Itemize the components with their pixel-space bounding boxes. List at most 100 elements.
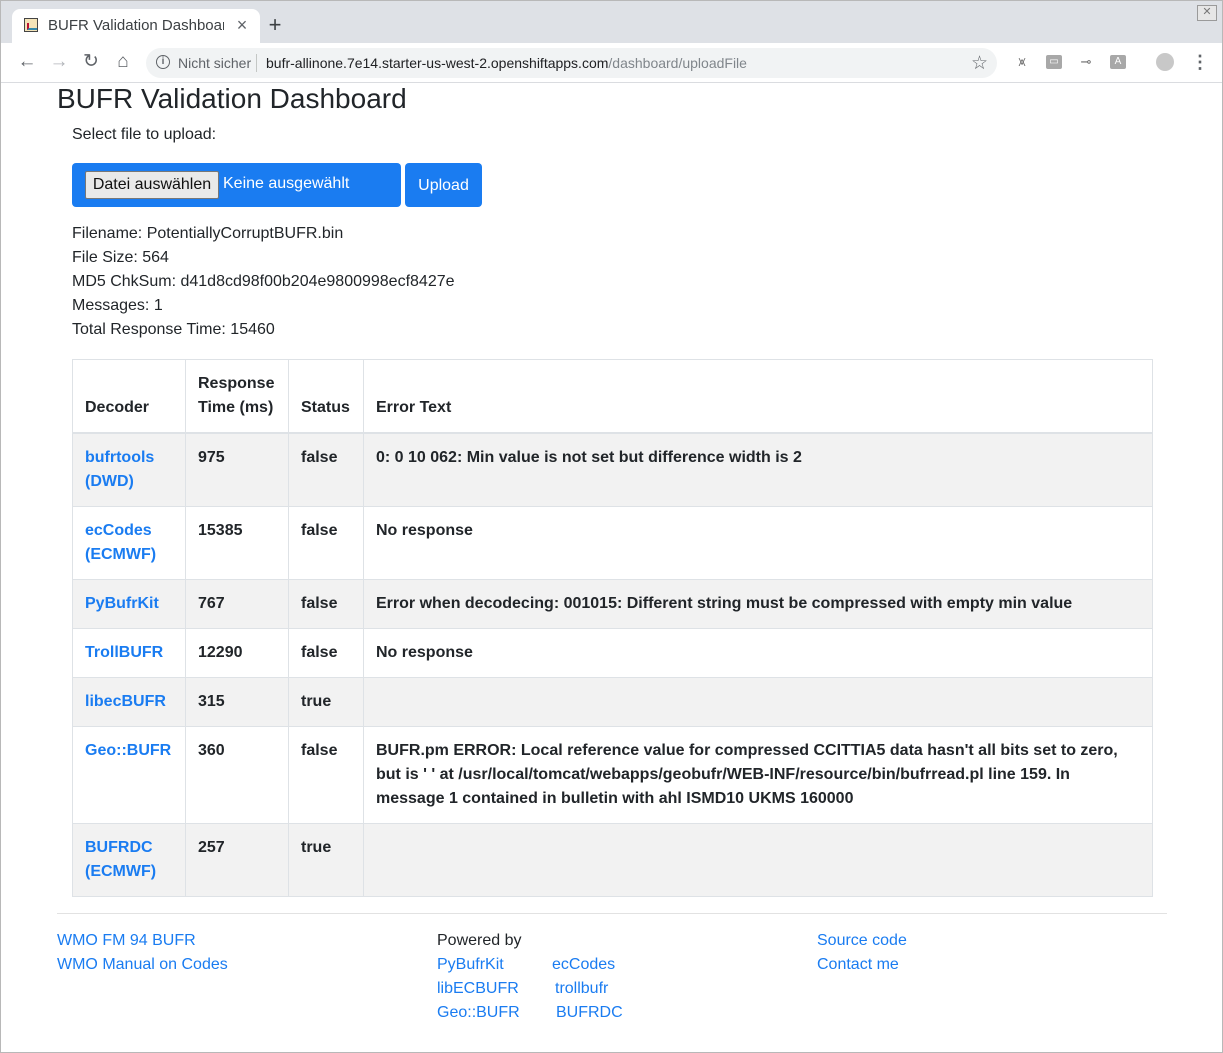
url-text[interactable]: bufr-allinone.7e14.starter-us-west-2.ope… (266, 55, 747, 71)
decoder-link[interactable]: ecCodes (ECMWF) (85, 522, 156, 563)
source-code-link[interactable]: Source code (817, 929, 907, 953)
table-row: TrollBUFR 12290 false No response (72, 628, 1153, 678)
favicon-icon (24, 18, 38, 32)
pybufrkit-link[interactable]: PyBufrKit (437, 953, 504, 977)
libecbufr-link[interactable]: libECBUFR (437, 977, 519, 1001)
status-cell: false (288, 432, 364, 507)
tab-close-icon[interactable]: × (232, 15, 252, 35)
time-cell: 360 (185, 726, 289, 824)
error-cell: No response (363, 628, 1153, 678)
trollbufr-link[interactable]: trollbufr (555, 977, 608, 1001)
decoder-link[interactable]: libecBUFR (85, 693, 166, 710)
info-icon[interactable]: i (156, 55, 170, 69)
md5-text: MD5 ChkSum: d41d8cd98f00b204e9800998ecf8… (72, 273, 455, 290)
select-file-label: Select file to upload: (72, 126, 217, 143)
time-cell: 257 (185, 823, 289, 897)
reload-icon[interactable]: ↻ (79, 51, 103, 73)
bufrdc-link[interactable]: BUFRDC (556, 1001, 623, 1025)
results-table: Decoder Response Time (ms) Status Error … (72, 359, 1153, 897)
messages-text: Messages: 1 (72, 297, 163, 314)
choose-file-button[interactable]: Datei auswählen (85, 171, 219, 199)
time-cell: 767 (185, 579, 289, 629)
table-row: Geo::BUFR 360 false BUFR.pm ERROR: Local… (72, 726, 1153, 824)
decoder-cell: PyBufrKit (72, 579, 186, 629)
new-tab-button[interactable]: + (264, 14, 286, 36)
error-cell (363, 823, 1153, 897)
decoder-cell: TrollBUFR (72, 628, 186, 678)
browser-toolbar: ← → ↻ ⌂ i Nicht sicher bufr-allinone.7e1… (1, 43, 1222, 83)
tab-strip: BUFR Validation Dashboard × + ✕ (1, 1, 1222, 43)
profile-avatar-icon[interactable] (1156, 53, 1174, 71)
total-time-text: Total Response Time: 15460 (72, 321, 275, 338)
upload-button[interactable]: Upload (405, 163, 482, 207)
error-cell: Error when decodecing: 001015: Different… (363, 579, 1153, 629)
header-response-time: Response Time (ms) (185, 359, 289, 434)
status-cell: false (288, 579, 364, 629)
table-row: bufrtools (DWD) 975 false 0: 0 10 062: M… (72, 432, 1153, 507)
footer-project-links: Source code Contact me (817, 929, 907, 977)
file-info: Filename: PotentiallyCorruptBUFR.bin Fil… (72, 222, 455, 342)
decoder-cell: BUFRDC (ECMWF) (72, 823, 186, 897)
table-header-row: Decoder Response Time (ms) Status Error … (72, 359, 1153, 434)
decoder-cell: bufrtools (DWD) (72, 432, 186, 507)
bookmark-star-icon[interactable]: ☆ (971, 52, 988, 75)
extension-a-icon[interactable]: A (1110, 55, 1126, 69)
no-file-selected-text: Keine ausgewählt (223, 175, 350, 192)
time-cell: 15385 (185, 506, 289, 580)
browser-tab-active[interactable]: BUFR Validation Dashboard × (12, 9, 260, 43)
decoder-link[interactable]: bufrtools (DWD) (85, 449, 154, 490)
status-cell: false (288, 726, 364, 824)
header-status: Status (288, 359, 364, 434)
url-path: /dashboard/uploadFile (608, 55, 747, 71)
url-host: bufr-allinone.7e14.starter-us-west-2.ope… (266, 55, 609, 71)
error-cell: 0: 0 10 062: Min value is not set but di… (363, 432, 1153, 507)
eccodes-link[interactable]: ecCodes (552, 953, 615, 977)
table-row: libecBUFR 315 true (72, 677, 1153, 727)
address-bar[interactable]: i Nicht sicher bufr-allinone.7e14.starte… (146, 48, 997, 78)
powered-by-label: Powered by (437, 932, 522, 949)
footer-reference-links: WMO FM 94 BUFR WMO Manual on Codes (57, 929, 228, 977)
decoder-cell: Geo::BUFR (72, 726, 186, 824)
filename-text: Filename: PotentiallyCorruptBUFR.bin (72, 225, 344, 242)
footer-powered-by: Powered by PyBufrKit ecCodes libECBUFR t… (437, 929, 677, 1021)
decoder-link[interactable]: BUFRDC (ECMWF) (85, 839, 156, 880)
time-cell: 315 (185, 677, 289, 727)
table-row: BUFRDC (ECMWF) 257 true (72, 823, 1153, 897)
extension-box-icon[interactable]: ▭ (1046, 55, 1062, 69)
decoder-link[interactable]: TrollBUFR (85, 644, 163, 661)
decoder-link[interactable]: PyBufrKit (85, 595, 159, 612)
time-cell: 975 (185, 432, 289, 507)
home-icon[interactable]: ⌂ (111, 51, 135, 73)
status-cell: true (288, 677, 364, 727)
page-title: BUFR Validation Dashboard (57, 83, 407, 114)
decoder-cell: ecCodes (ECMWF) (72, 506, 186, 580)
footer-divider (57, 913, 1167, 914)
geo-bufr-link[interactable]: Geo::BUFR (437, 1001, 520, 1025)
decoder-cell: libecBUFR (72, 677, 186, 727)
page-content: BUFR Validation Dashboard Select file to… (1, 83, 1222, 1052)
extension-key-icon[interactable]: ⊸ (1078, 55, 1094, 69)
table-row: ecCodes (ECMWF) 15385 false No response (72, 506, 1153, 580)
contact-me-link[interactable]: Contact me (817, 953, 907, 977)
window-close-icon[interactable]: ✕ (1197, 5, 1217, 21)
decoder-link[interactable]: Geo::BUFR (85, 742, 171, 759)
header-decoder: Decoder (72, 359, 186, 434)
error-cell: BUFR.pm ERROR: Local reference value for… (363, 726, 1153, 824)
security-label[interactable]: Nicht sicher (178, 55, 251, 71)
back-arrow-icon[interactable]: ← (15, 51, 39, 73)
status-cell: false (288, 506, 364, 580)
forward-arrow-icon[interactable]: → (47, 51, 71, 73)
url-divider (256, 54, 257, 72)
status-cell: true (288, 823, 364, 897)
table-row: PyBufrKit 767 false Error when decodecin… (72, 579, 1153, 629)
wmo-bufr-link[interactable]: WMO FM 94 BUFR (57, 929, 228, 953)
time-cell: 12290 (185, 628, 289, 678)
header-error-text: Error Text (363, 359, 1153, 434)
error-cell: No response (363, 506, 1153, 580)
wmo-manual-link[interactable]: WMO Manual on Codes (57, 953, 228, 977)
browser-menu-icon[interactable]: ⋮ (1191, 51, 1209, 73)
file-input[interactable]: Datei auswählen Keine ausgewählt (72, 163, 401, 207)
file-size-text: File Size: 564 (72, 249, 169, 266)
browser-window: BUFR Validation Dashboard × + ✕ ← → ↻ ⌂ … (0, 0, 1223, 1053)
extension-mountain-icon[interactable]: ⩙ (1014, 55, 1030, 69)
